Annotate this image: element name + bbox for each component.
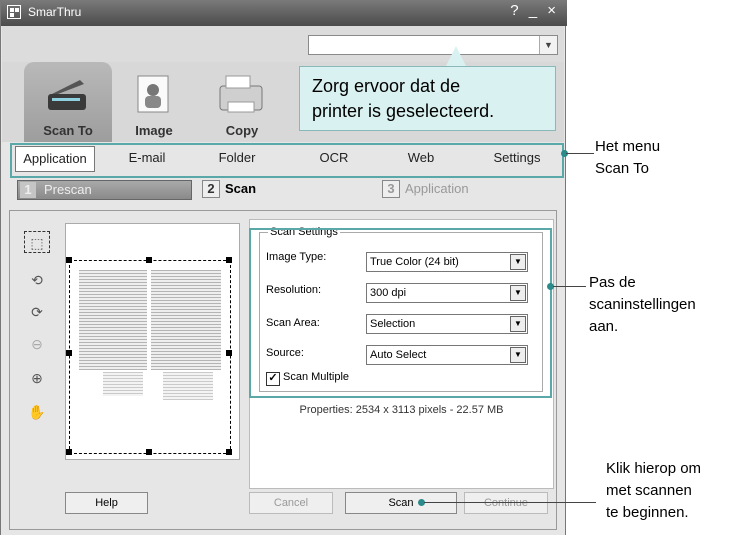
- annotation-click-line-2: met scannen: [606, 482, 692, 499]
- step-scan-number: 2: [202, 180, 220, 198]
- annotation-menu-line-1: Het menu: [595, 138, 661, 155]
- step-prescan-number: 1: [20, 182, 36, 198]
- resize-handle[interactable]: [226, 449, 232, 455]
- pan-hand-icon[interactable]: ✋: [24, 401, 50, 423]
- scanner-icon: [48, 80, 86, 110]
- annotation-settings-line-2: scaninstellingen: [589, 296, 696, 313]
- image-icon: [137, 75, 169, 113]
- resize-handle[interactable]: [146, 257, 152, 263]
- callout-line: [566, 153, 594, 154]
- properties-text: Properties: 2534 x 3113 pixels - 22.57 M…: [299, 404, 504, 416]
- tooltip-line-2: printer is geselecteerd.: [312, 101, 495, 121]
- annotation-menu-line-2: Scan To: [595, 160, 649, 177]
- step-scan-label: Scan: [225, 181, 257, 196]
- tab-scan-to-label: Scan To: [43, 123, 93, 138]
- help-icon[interactable]: ?: [510, 2, 521, 19]
- annotation-menu: Het menu Scan To: [595, 136, 660, 180]
- scanned-fragment: [163, 372, 213, 400]
- resize-handle[interactable]: [66, 257, 72, 263]
- annotation-settings: Pas de scaninstellingen aan.: [589, 272, 696, 338]
- settings-highlight-box: [249, 228, 552, 398]
- annotation-settings-line-1: Pas de: [589, 274, 636, 291]
- select-area-icon[interactable]: ⬚: [24, 231, 50, 253]
- annotation-click-line-3: te beginnen.: [606, 504, 689, 521]
- help-button[interactable]: Help: [65, 492, 148, 514]
- scanned-page-right: [151, 270, 221, 370]
- callout-line: [424, 502, 596, 503]
- zoom-in-icon[interactable]: ⊕: [24, 367, 50, 389]
- cancel-button[interactable]: Cancel: [249, 492, 333, 514]
- preview-selection[interactable]: [63, 257, 233, 470]
- minimize-icon[interactable]: _: [529, 2, 540, 19]
- scanned-page-left: [79, 270, 147, 370]
- annotation-settings-line-3: aan.: [589, 318, 619, 335]
- window-controls: ? _ ×: [510, 2, 559, 19]
- step-bar: 1 Prescan 2 Scan 3 Application: [2, 174, 564, 206]
- printer-bar: ▼: [2, 26, 564, 62]
- menu-highlight-box: [10, 143, 564, 178]
- resize-handle[interactable]: [226, 257, 232, 263]
- tab-copy[interactable]: Copy: [198, 62, 286, 142]
- continue-button[interactable]: Continue: [464, 492, 548, 514]
- callout-line: [553, 286, 586, 287]
- step-application-number: 3: [382, 180, 400, 198]
- tooltip-line-1: Zorg ervoor dat de: [312, 76, 461, 96]
- resize-handle[interactable]: [226, 350, 232, 356]
- annotation-click-line-1: Klik hierop om: [606, 460, 702, 477]
- chevron-down-icon[interactable]: ▼: [539, 36, 557, 54]
- scan-button[interactable]: Scan: [345, 492, 457, 514]
- printer-tooltip: Zorg ervoor dat de printer is geselectee…: [299, 66, 556, 131]
- copier-icon: [219, 75, 263, 113]
- printer-select[interactable]: ▼: [308, 35, 558, 55]
- tab-scan-to[interactable]: Scan To: [24, 62, 112, 142]
- step-scan[interactable]: 2 Scan: [202, 180, 256, 198]
- step-prescan[interactable]: 1 Prescan: [17, 180, 192, 200]
- scanned-fragment: [103, 372, 143, 396]
- step-prescan-label: Prescan: [44, 182, 92, 197]
- resize-handle[interactable]: [146, 449, 152, 455]
- rotate-left-icon[interactable]: ⟲: [24, 269, 50, 291]
- close-icon[interactable]: ×: [547, 2, 559, 19]
- rotate-right-icon[interactable]: ⟳: [24, 301, 50, 323]
- step-application[interactable]: 3 Application: [382, 180, 469, 198]
- window-title: SmarThru: [28, 5, 82, 19]
- tab-copy-label: Copy: [225, 123, 259, 138]
- zoom-out-icon[interactable]: ⊖: [24, 333, 50, 355]
- resize-handle[interactable]: [66, 350, 72, 356]
- tab-image[interactable]: Image: [110, 62, 198, 142]
- resize-handle[interactable]: [66, 449, 72, 455]
- title-bar: SmarThru ? _ ×: [1, 0, 567, 26]
- annotation-click: Klik hierop om met scannen te beginnen.: [606, 458, 701, 524]
- app-icon: [7, 5, 21, 19]
- tooltip-pointer: [446, 46, 466, 66]
- step-application-label: Application: [405, 181, 469, 196]
- tab-image-label: Image: [135, 123, 173, 138]
